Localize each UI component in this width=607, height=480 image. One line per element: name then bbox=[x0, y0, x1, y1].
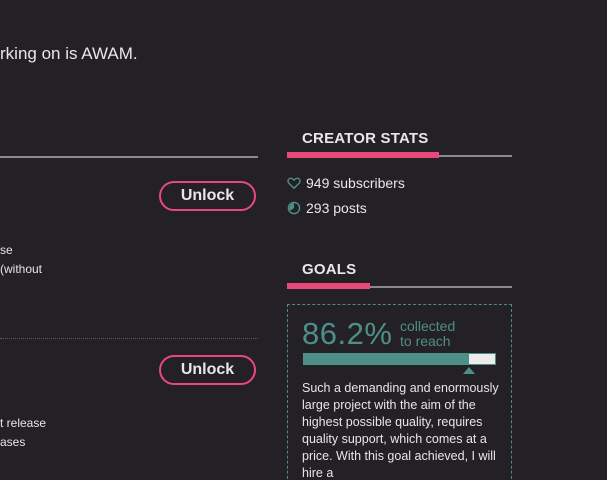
goal-progress-bar bbox=[303, 353, 496, 365]
goal-caption-line-1: collected bbox=[400, 318, 456, 334]
creator-stats-accent-bar bbox=[287, 152, 439, 158]
unlock-button-tier-1[interactable]: Unlock bbox=[159, 181, 256, 211]
tier-2-text-fragment-2: ases bbox=[0, 435, 26, 449]
goals-title: GOALS bbox=[302, 261, 357, 278]
tier-1-text-fragment-1: se bbox=[0, 243, 13, 257]
heart-icon bbox=[287, 176, 301, 190]
goal-progress-marker bbox=[463, 367, 476, 374]
posts-stat: 293 posts bbox=[287, 200, 367, 216]
left-divider bbox=[0, 156, 258, 158]
tier-divider bbox=[0, 338, 258, 339]
tier-2-text-fragment-1: t release bbox=[0, 416, 47, 430]
posts-count: 293 posts bbox=[306, 200, 367, 216]
goal-percent: 86.2% bbox=[302, 316, 393, 351]
intro-text: rking on is AWAM. bbox=[0, 44, 138, 63]
goals-accent-bar bbox=[287, 283, 370, 289]
goal-caption: collected to reach bbox=[400, 319, 455, 349]
unlock-button-tier-2[interactable]: Unlock bbox=[159, 355, 256, 385]
pie-icon bbox=[287, 201, 301, 215]
goal-description: Such a demanding and enormously large pr… bbox=[302, 381, 499, 480]
page: rking on is AWAM. Unlock se (without Unl… bbox=[0, 0, 607, 480]
tier-1-text-fragment-2: (without bbox=[0, 262, 43, 276]
goal-progress-fill bbox=[304, 354, 469, 364]
subscribers-count: 949 subscribers bbox=[306, 175, 405, 191]
goal-caption-line-2: to reach bbox=[400, 333, 451, 349]
subscribers-stat: 949 subscribers bbox=[287, 175, 405, 191]
creator-stats-title: CREATOR STATS bbox=[302, 130, 429, 147]
